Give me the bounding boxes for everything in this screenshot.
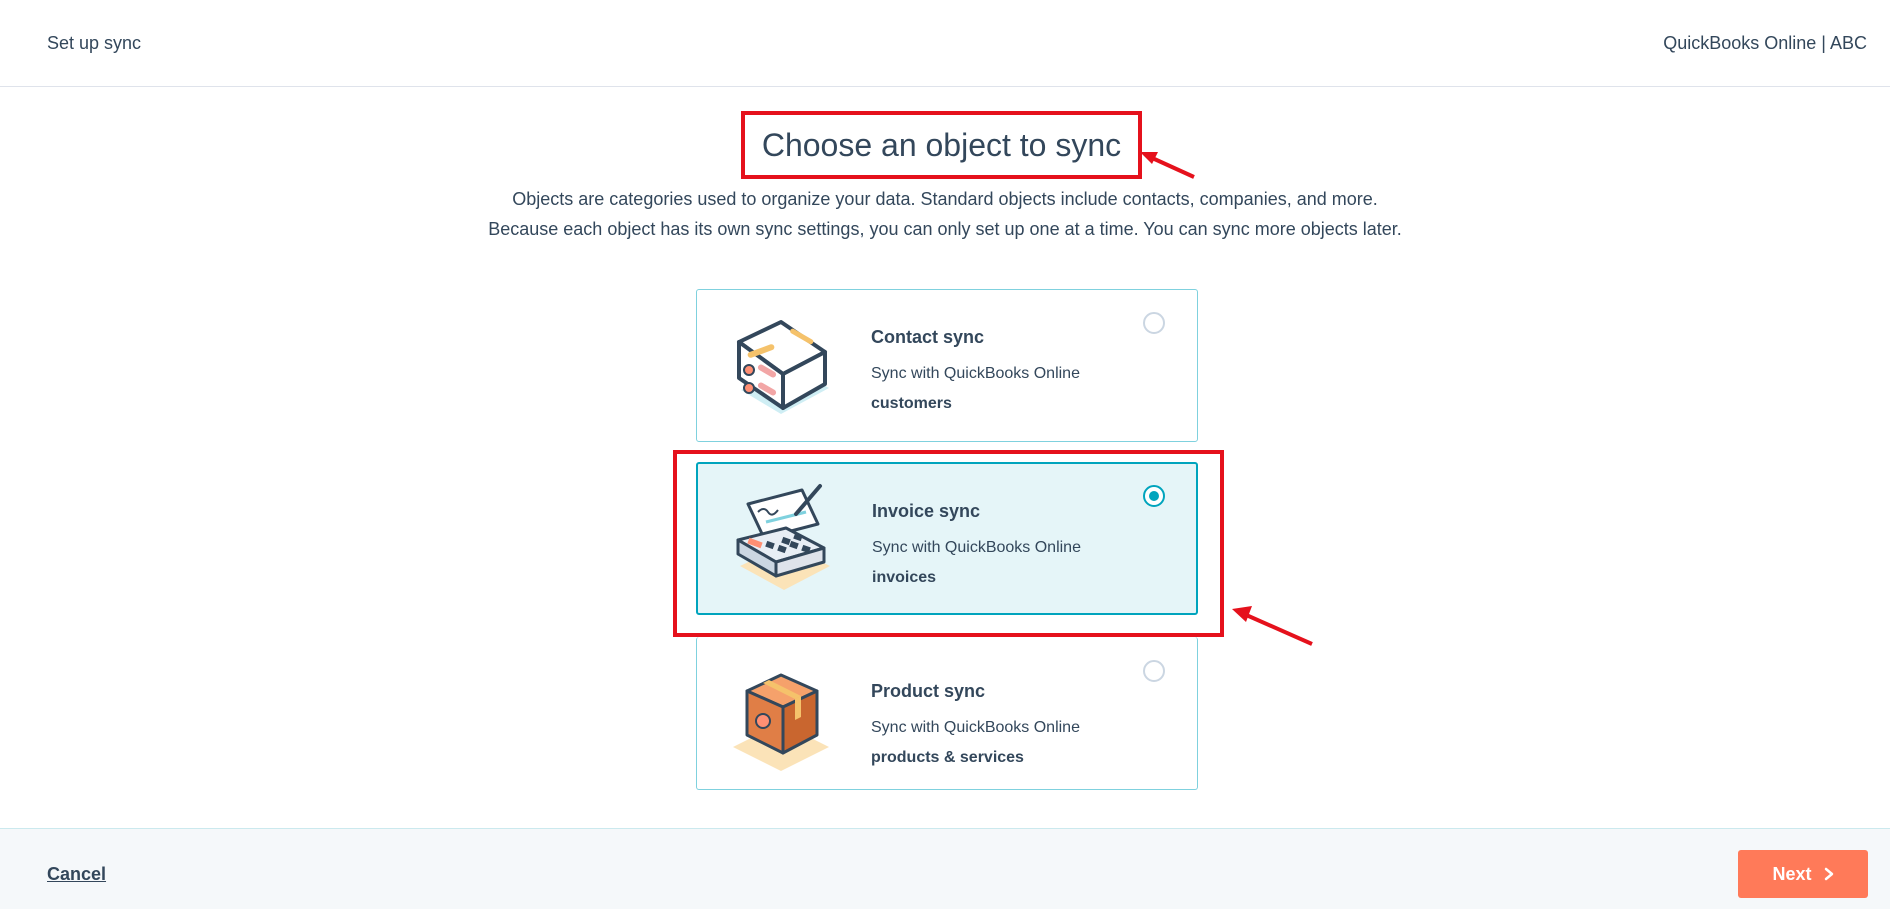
- product-box-icon: [733, 673, 829, 771]
- option-object: invoices: [872, 569, 937, 586]
- account-label: QuickBooks Online | ABC: [1663, 33, 1867, 53]
- description-line-2: Because each object has its own sync set…: [488, 219, 1402, 239]
- footer-bar: Cancel Next: [0, 828, 1890, 909]
- invoice-calculator-icon: [736, 484, 830, 590]
- description-line-1: Objects are categories used to organize …: [512, 189, 1378, 209]
- page-title: Choose an object to sync: [761, 126, 1122, 163]
- next-button-label: Next: [1772, 863, 1812, 884]
- option-subtitle: Sync with QuickBooks Online: [871, 365, 1080, 382]
- title-annotation-box: Choose an object to sync: [741, 111, 1142, 179]
- product-sync-radio[interactable]: [1143, 660, 1165, 682]
- chevron-right-icon: [1824, 867, 1833, 881]
- invoice-sync-radio[interactable]: [1143, 485, 1165, 507]
- product-sync-option[interactable]: Product sync Sync with QuickBooks Online…: [696, 637, 1198, 790]
- top-bar: Set up sync QuickBooks Online | ABC: [0, 0, 1890, 87]
- title-annotation-arrow: [1140, 152, 1195, 179]
- contact-sync-radio[interactable]: [1143, 312, 1165, 334]
- page-heading: Set up sync: [47, 33, 142, 53]
- invoice-sync-option[interactable]: Invoice sync Sync with QuickBooks Online…: [696, 462, 1198, 615]
- next-button[interactable]: Next: [1738, 850, 1868, 898]
- option-object: customers: [871, 395, 952, 412]
- option-subtitle: Sync with QuickBooks Online: [872, 539, 1081, 556]
- contact-card-icon: [737, 320, 829, 414]
- option-title: Contact sync: [871, 327, 985, 347]
- option-title: Invoice sync: [872, 501, 981, 521]
- option-title: Product sync: [871, 681, 986, 701]
- contact-sync-option[interactable]: Contact sync Sync with QuickBooks Online…: [696, 289, 1198, 442]
- option-object: products & services: [871, 749, 1024, 766]
- invoice-annotation-arrow: [1232, 606, 1313, 646]
- cancel-link[interactable]: Cancel: [47, 864, 106, 885]
- option-subtitle: Sync with QuickBooks Online: [871, 719, 1080, 736]
